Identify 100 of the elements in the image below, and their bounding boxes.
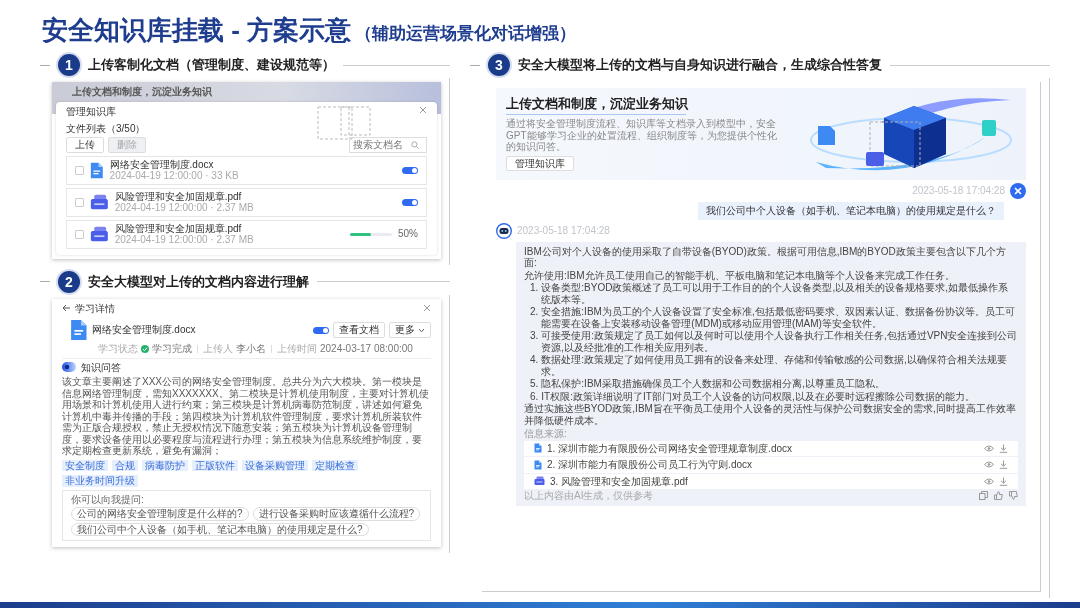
file-meta: 2024-04-19 12:00:00 · 33 KB xyxy=(109,170,240,182)
more-menu-button[interactable]: 更多 xyxy=(389,322,431,338)
file-row[interactable]: 风险管理和安全加固规章.pdf 2024-04-19 12:00:00 · 2.37 MB xyxy=(66,187,427,217)
answer-text: IBM公司对个人设备的使用采取了自带设备(BYOD)政策。根据可用信息,IBM的BYOD政策主要包含以下几个方面: xyxy=(524,245,1007,269)
robot-avatar-icon xyxy=(496,222,512,239)
list-number: 2. xyxy=(530,306,539,319)
dashed-frame-drawing xyxy=(317,105,371,140)
answer-text: 可接受使用:政策规定了员工如何以及何时可以使用个人设备执行工作相关任务,包括通过VPN安全连接到公司资源,以及经批准的工作相关应用列表。 xyxy=(541,330,1018,353)
user-avatar-icon xyxy=(1010,183,1026,199)
slide-subtitle: （辅助运营场景化对话增强） xyxy=(355,23,577,45)
step-number-badge: 3 xyxy=(488,54,510,76)
ai-orb-icon xyxy=(62,362,76,373)
view-button[interactable]: 查看文档 xyxy=(333,322,385,338)
step-heading: 安全大模型将上传的文档与自身知识进行融合，生成综合性答复 xyxy=(518,56,882,74)
source-name: 3. 风险管理和安全加固规章.pdf xyxy=(550,475,689,487)
checkbox[interactable] xyxy=(75,165,84,175)
step-number-badge: 1 xyxy=(58,54,80,76)
sources-label: 信息来源: xyxy=(524,428,568,440)
field-value: 2024-03-17 08:00:00 xyxy=(320,343,413,355)
search-icon xyxy=(411,140,419,149)
eye-icon[interactable] xyxy=(984,461,994,469)
file-name: 网络安全管理制度.docx xyxy=(91,324,197,336)
dialog-button[interactable]: 上传 xyxy=(66,137,104,153)
document-icon xyxy=(534,443,542,454)
eye-icon[interactable] xyxy=(984,444,994,452)
list-number: 5. xyxy=(530,378,539,390)
document-icon xyxy=(70,319,88,341)
download-icon[interactable] xyxy=(999,443,1008,453)
suggestion-title: 你可以向我提问: xyxy=(71,493,145,505)
file-name: 风险管理和安全加固规章.pdf xyxy=(114,190,243,202)
close-icon[interactable] xyxy=(419,105,427,114)
field-label: 上传时间 xyxy=(277,343,317,355)
source-row[interactable]: 2. 深圳市能力有限股份公司员工行为守则.docx xyxy=(524,457,1018,473)
message-time: 2023-05-18 17:04:28 xyxy=(912,185,1005,197)
step-number-badge: 2 xyxy=(58,270,80,293)
answer-text: 安全措施:IBM为员工的个人设备设置了安全标准,包括最低密码要求、双因素认证、数据备份协议等。员工可能需要在设备上安装移动设备管理(MDM)或移动应用管理(MAM)等安全软件。 xyxy=(541,306,1016,329)
banner-text: 通过将安全管理制度流程、知识库等文档录入到模型中，安全GPT能够学习企业的处置流程、组织制度等，为您提供个性化的知识问答。 xyxy=(506,118,778,153)
source-row[interactable]: 1. 深圳市能力有限股份公司网络安全管理规章制度.docx xyxy=(524,440,1018,456)
document-icon xyxy=(534,459,542,470)
source-row[interactable]: 3. 风险管理和安全加固规章.pdf xyxy=(524,473,1018,489)
progress-reading: 50% xyxy=(398,228,418,240)
list-number: 1. xyxy=(530,282,539,295)
page-title: 学习详情 xyxy=(75,302,115,314)
list-number: 6. xyxy=(530,390,539,402)
answer-text: 允许使用:IBM允许员工使用自己的智能手机、平板电脑和笔记本电脑等个人设备来完成工作任务。 xyxy=(524,269,956,281)
field-value: 李小名 xyxy=(236,343,266,355)
caret-icon xyxy=(418,327,425,333)
answer-text: 隐私保护:IBM采取措施确保员工个人数据和公司数据相分离,以尊重员工隐私。 xyxy=(541,378,885,390)
check-circle-icon xyxy=(141,344,149,353)
file-name: 风险管理和安全加固规章.pdf xyxy=(114,222,243,234)
banner-title: 上传文档和制度，沉淀业务知识 xyxy=(506,96,688,112)
manage-button[interactable]: 管理知识库 xyxy=(506,155,574,172)
list-number: 4. xyxy=(530,354,539,367)
step-heading: 上传客制化文档（管理制度、建设规范等） xyxy=(88,56,335,74)
stacked-document-icon xyxy=(90,225,109,243)
list-number: 3. xyxy=(530,330,539,343)
dialog-title: 管理知识库 xyxy=(66,105,117,117)
eye-icon[interactable] xyxy=(984,477,994,485)
toggle-switch[interactable] xyxy=(313,326,329,334)
checkbox[interactable] xyxy=(75,229,84,239)
field-value: 学习完成 xyxy=(152,343,192,355)
file-meta: 2024-04-19 12:00:00 · 2.37 MB xyxy=(114,202,255,214)
keyword-tag: 正版软件 xyxy=(192,459,238,471)
user-message: 我们公司中个人设备（如手机、笔记本电脑）的使用规定是什么？ xyxy=(698,202,1004,220)
toggle-switch[interactable] xyxy=(402,166,418,174)
keyword-tag: 设备采购管理 xyxy=(242,459,308,471)
answer-text: 设备类型:BYOD政策概述了员工可以用于工作目的的个人设备类型,以及相关的设备规格要求,如最低操作系统版本等。 xyxy=(541,282,1010,305)
toggle-switch[interactable] xyxy=(402,198,418,206)
keyword-tag: 非业务时间升级 xyxy=(62,475,138,487)
thumbs-down-icon[interactable] xyxy=(1009,491,1018,501)
file-row[interactable]: 风险管理和安全加固规章.pdf 2024-04-19 12:00:00 · 2.37 MB 50% xyxy=(66,219,427,249)
summary-text: 该文章主要阐述了XXX公司的网络安全管理制度。总共分为六大模块。第一模块是信息网络管理制度，需知XXXXXXX。第二模块是计算机使用制度，主要对计算机使用场景和计算机使用人进行约束；第三模块是计算机病毒防范制度，讲述如何避免计算机中毒并传播的手段；第四模块为计算机软件管理制度，要求计算机所装软件需为正版合规授权，禁止无授权情况下随意安装；第五模块为计算机设备管理制度，要求设备使用以必要程度与流程进行办理；第五模块为信息系统维护制度，要求定期检查更新系统，避免有漏洞； xyxy=(62,376,430,457)
file-row[interactable]: 网络安全管理制度.docx 2024-04-19 12:00:00 · 33 KB xyxy=(66,155,427,185)
download-icon[interactable] xyxy=(999,476,1008,486)
keyword-tag: 安全制度 xyxy=(62,459,108,471)
file-meta: 2024-04-19 12:00:00 · 2.37 MB xyxy=(114,234,255,246)
step-heading: 安全大模型对上传的文档内容进行理解 xyxy=(88,272,309,291)
download-icon[interactable] xyxy=(999,460,1008,470)
checkbox[interactable] xyxy=(75,197,84,207)
backdrop-title: 上传文档和制度，沉淀业务知识 xyxy=(72,86,212,97)
document-icon xyxy=(90,161,104,179)
message-time: 2023-05-18 17:04:28 xyxy=(517,224,610,237)
stacked-document-icon xyxy=(534,476,545,487)
source-name: 2. 深圳市能力有限股份公司员工行为守则.docx xyxy=(547,459,754,471)
section-title: 知识问答 xyxy=(81,361,121,373)
close-icon[interactable] xyxy=(423,304,431,313)
answer-text: 通过实施这些BYOD政策,IBM旨在平衡员工使用个人设备的灵活性与保护公司数据安全的需求,同时提高工作效率并降低硬件成本。 xyxy=(524,403,1017,426)
answer-text: 数据处理:政策规定了如何使用员工拥有的设备来处理、存储和传输敏感的公司数据,以确保符合相关法规要求。 xyxy=(541,354,1008,377)
file-name: 网络安全管理制度.docx xyxy=(109,158,215,170)
source-name: 1. 深圳市能力有限股份公司网络安全管理规章制度.docx xyxy=(547,442,794,454)
field-label: 学习状态 xyxy=(98,343,138,355)
keyword-tag: 合规 xyxy=(112,459,138,471)
stacked-document-icon xyxy=(90,193,109,211)
field-label: 上传人 xyxy=(203,343,233,355)
keyword-tag: 病毒防护 xyxy=(142,459,188,471)
search-field[interactable]: 搜索文档名 xyxy=(349,137,427,153)
copy-icon[interactable] xyxy=(979,491,988,501)
thumbs-up-icon[interactable] xyxy=(994,491,1003,501)
keyword-tag: 定期检查 xyxy=(312,459,358,471)
back-arrow-icon[interactable] xyxy=(62,304,71,313)
